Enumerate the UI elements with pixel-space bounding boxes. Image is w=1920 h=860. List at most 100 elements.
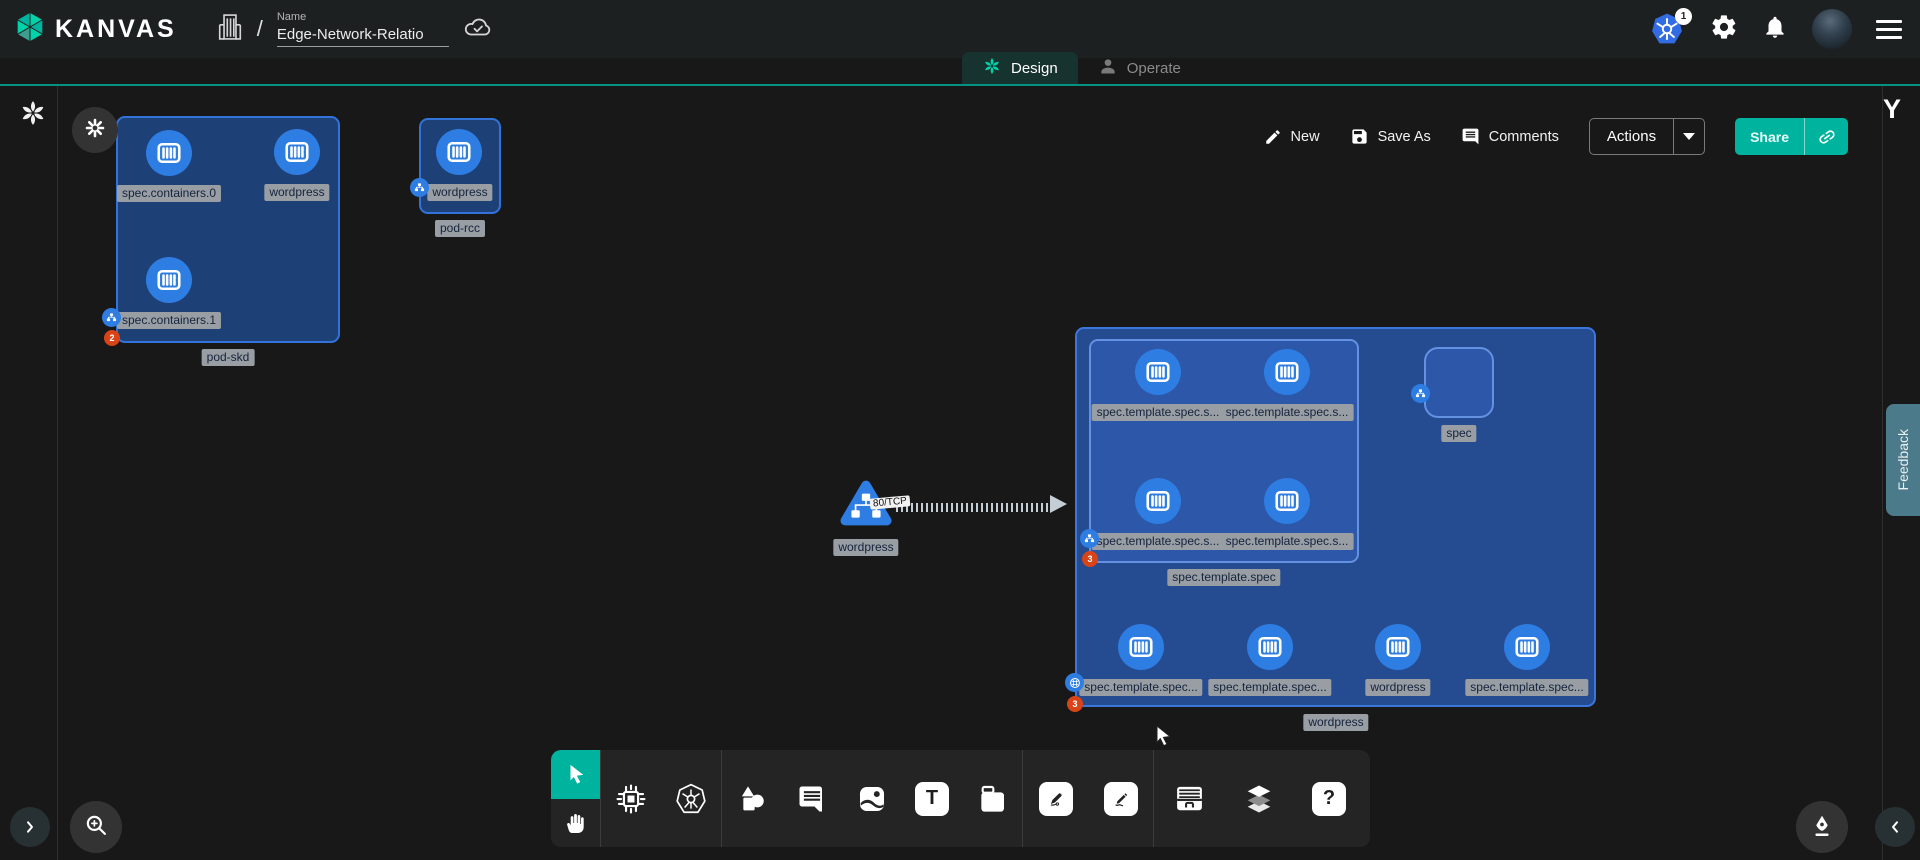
tab-design[interactable]: Design <box>962 52 1078 84</box>
container-icon <box>1384 633 1412 661</box>
pod-icon <box>106 312 117 323</box>
menu-hamburger-icon[interactable] <box>1876 20 1902 39</box>
node-wordpress-container[interactable] <box>436 129 482 175</box>
workspace-icon[interactable] <box>217 12 243 47</box>
freehand-draw-tool[interactable] <box>1088 782 1153 816</box>
container-icon <box>1273 358 1301 386</box>
node-bottom-container[interactable] <box>1375 624 1421 670</box>
group-label: spec.template.spec <box>1167 569 1280 586</box>
node-wordpress-container[interactable] <box>274 129 320 175</box>
node-spec[interactable] <box>1424 347 1494 418</box>
actions-split-button: Actions <box>1589 118 1705 155</box>
node-label: spec.template.spec... <box>1208 679 1331 696</box>
node-bottom-container[interactable] <box>1247 624 1293 670</box>
feedback-tab[interactable]: Feedback <box>1886 404 1920 516</box>
comments-button-label: Comments <box>1489 129 1559 145</box>
new-button[interactable]: New <box>1264 128 1320 146</box>
kubernetes-shield-icon <box>1650 33 1684 50</box>
brand-name: KANVAS <box>55 15 177 44</box>
pod-badge[interactable] <box>1080 529 1099 548</box>
container-icon <box>1144 487 1172 515</box>
node-spec-containers-0[interactable] <box>146 130 192 176</box>
node-template-container[interactable] <box>1264 349 1310 395</box>
pen-nib-icon <box>1809 812 1835 843</box>
pod-badge[interactable] <box>1411 384 1430 403</box>
tab-operate[interactable]: Operate <box>1078 52 1201 84</box>
kubernetes-tool[interactable] <box>661 782 721 816</box>
node-label: wordpress <box>1365 679 1430 696</box>
pod-badge[interactable] <box>410 178 429 197</box>
settings-gear-icon[interactable] <box>1710 13 1738 46</box>
pod-badge[interactable] <box>102 308 121 327</box>
breadcrumb-separator: / <box>257 16 263 42</box>
tab-rect-icon <box>976 783 1008 815</box>
comment-icon <box>1461 127 1480 146</box>
chevron-right-icon <box>22 819 38 835</box>
edge-service-to-deployment[interactable] <box>896 503 1052 512</box>
actions-dropdown-button[interactable] <box>1673 119 1704 154</box>
pan-tool[interactable] <box>551 799 600 848</box>
text-tool[interactable]: T <box>902 782 962 816</box>
kanvas-brand[interactable]: KANVAS <box>14 11 177 48</box>
container-icon <box>155 266 183 294</box>
node-label: spec.containers.1 <box>117 312 221 329</box>
node-label: spec.template.spec... <box>1465 679 1588 696</box>
share-button[interactable]: Share <box>1735 118 1804 155</box>
comment-tool[interactable] <box>782 784 842 814</box>
error-count-badge[interactable]: 3 <box>1067 696 1083 712</box>
actions-button[interactable]: Actions <box>1590 119 1673 154</box>
save-as-button[interactable]: Save As <box>1350 127 1431 146</box>
pen-draw-tool[interactable] <box>1023 782 1088 816</box>
kanvas-logo-icon <box>14 11 46 48</box>
shapes-tool[interactable] <box>722 783 782 815</box>
save-as-button-label: Save As <box>1378 129 1431 145</box>
node-template-container[interactable] <box>1135 349 1181 395</box>
header-accent-divider <box>0 84 1920 86</box>
left-panel-divider <box>57 86 58 860</box>
right-dock-y-glyph[interactable]: Y <box>1883 94 1901 125</box>
link-icon <box>1813 123 1841 151</box>
error-count-badge[interactable]: 2 <box>104 330 120 346</box>
expand-right-panel-button[interactable] <box>1875 807 1915 847</box>
pen-tool-button[interactable] <box>1796 801 1848 853</box>
container-icon <box>445 138 473 166</box>
floppy-icon <box>1350 127 1369 146</box>
k8s-context-switcher[interactable]: 1 <box>1650 12 1686 46</box>
feedback-label: Feedback <box>1895 429 1911 490</box>
drawer-tool[interactable] <box>1154 782 1224 815</box>
freeze-layout-button[interactable] <box>72 107 118 153</box>
node-spec-containers-1[interactable] <box>146 257 192 303</box>
help-tool[interactable]: ? <box>1294 782 1364 816</box>
notifications-bell-icon[interactable] <box>1762 14 1788 45</box>
node-label: wordpress <box>264 184 329 201</box>
zoom-in-magnifier-icon <box>83 812 109 843</box>
node-label: spec.containers.0 <box>117 185 221 202</box>
node-label: wordpress <box>833 539 898 556</box>
comments-button[interactable]: Comments <box>1461 127 1559 146</box>
node-bottom-container[interactable] <box>1504 624 1550 670</box>
select-tool[interactable] <box>551 750 600 799</box>
node-bottom-container[interactable] <box>1118 624 1164 670</box>
design-name-input[interactable] <box>277 24 449 47</box>
hand-icon <box>564 811 588 835</box>
copy-link-button[interactable] <box>1804 118 1848 155</box>
image-tool[interactable] <box>842 783 902 815</box>
node-template-container[interactable] <box>1135 478 1181 524</box>
zoom-button[interactable] <box>70 801 122 853</box>
container-shape-tool[interactable] <box>962 783 1022 815</box>
user-avatar[interactable] <box>1812 9 1852 49</box>
caret-down-icon <box>1683 133 1695 140</box>
error-count-badge[interactable]: 3 <box>1082 551 1098 567</box>
group-spec-template-spec[interactable] <box>1089 339 1359 563</box>
expand-left-panel-button[interactable] <box>10 807 50 847</box>
components-tool[interactable] <box>601 782 661 816</box>
mouse-cursor <box>1152 724 1176 753</box>
deployment-badge[interactable] <box>1065 673 1084 692</box>
node-label: spec.template.spec.s... <box>1221 533 1354 550</box>
sync-spiral-icon[interactable] <box>18 98 48 133</box>
text-icon: T <box>915 782 949 816</box>
group-label: pod-skd <box>202 349 255 366</box>
layers-tool[interactable] <box>1224 782 1294 816</box>
right-panel-divider <box>1882 86 1883 860</box>
node-template-container[interactable] <box>1264 478 1310 524</box>
